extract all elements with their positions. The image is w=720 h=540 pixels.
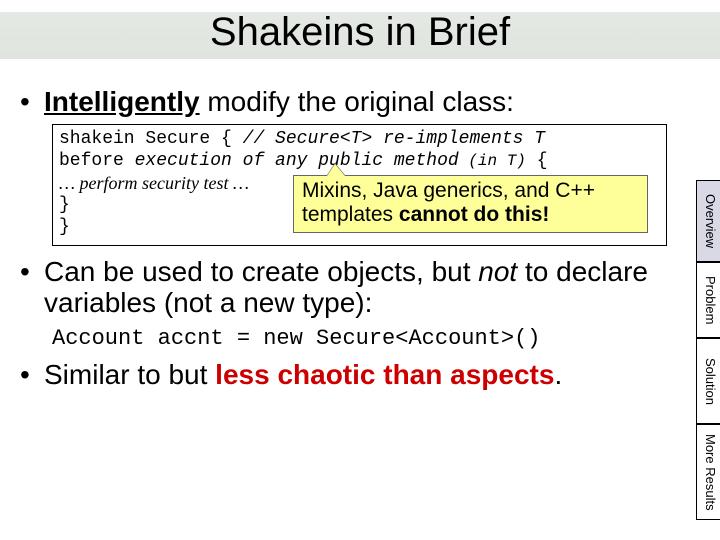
callout-line-2a: templates xyxy=(302,203,399,226)
bullet-1-emph: Intelligently xyxy=(44,86,200,117)
callout-box: Mixins, Java generics, and C++ templates… xyxy=(293,175,648,233)
bullet-dot: • xyxy=(20,256,44,319)
callout-line-1: Mixins, Java generics, and C++ xyxy=(302,179,595,202)
slide-title: Shakeins in Brief xyxy=(0,10,720,55)
tab-problem[interactable]: Problem xyxy=(696,262,720,338)
code-box: shakein Secure { // Secure<T> re-impleme… xyxy=(52,124,667,246)
tab-more-results[interactable]: More Results xyxy=(696,424,720,520)
slide-content: • Intelligently modify the original clas… xyxy=(20,86,688,397)
tab-overview[interactable]: Overview xyxy=(696,180,720,262)
bullet-3: • Similar to but less chaotic than aspec… xyxy=(20,359,688,391)
slide: Shakeins in Brief • Intelligently modify… xyxy=(0,0,720,540)
tab-solution[interactable]: Solution xyxy=(696,338,720,424)
bullet-3-text: Similar to but less chaotic than aspects… xyxy=(44,359,688,391)
callout: Mixins, Java generics, and C++ templates… xyxy=(293,175,648,233)
code-inline: Account accnt = new Secure<Account>() xyxy=(52,326,688,351)
bullet-1: • Intelligently modify the original clas… xyxy=(20,86,688,118)
bullet-dot: • xyxy=(20,86,44,118)
bullet-dot: • xyxy=(20,359,44,391)
code-line-2: before execution of any public method (i… xyxy=(59,151,660,173)
callout-tail-icon xyxy=(327,164,345,176)
bullet-2-text: Can be used to create objects, but not t… xyxy=(44,256,688,319)
side-tabs: Overview Problem Solution More Results xyxy=(696,180,720,540)
code-line-1: shakein Secure { // Secure<T> re-impleme… xyxy=(59,129,660,151)
bullet-1-text: Intelligently modify the original class: xyxy=(44,86,688,118)
bullet-2: • Can be used to create objects, but not… xyxy=(20,256,688,319)
bullet-1-rest: modify the original class: xyxy=(200,86,514,117)
callout-line-2b: cannot do this! xyxy=(399,203,550,226)
